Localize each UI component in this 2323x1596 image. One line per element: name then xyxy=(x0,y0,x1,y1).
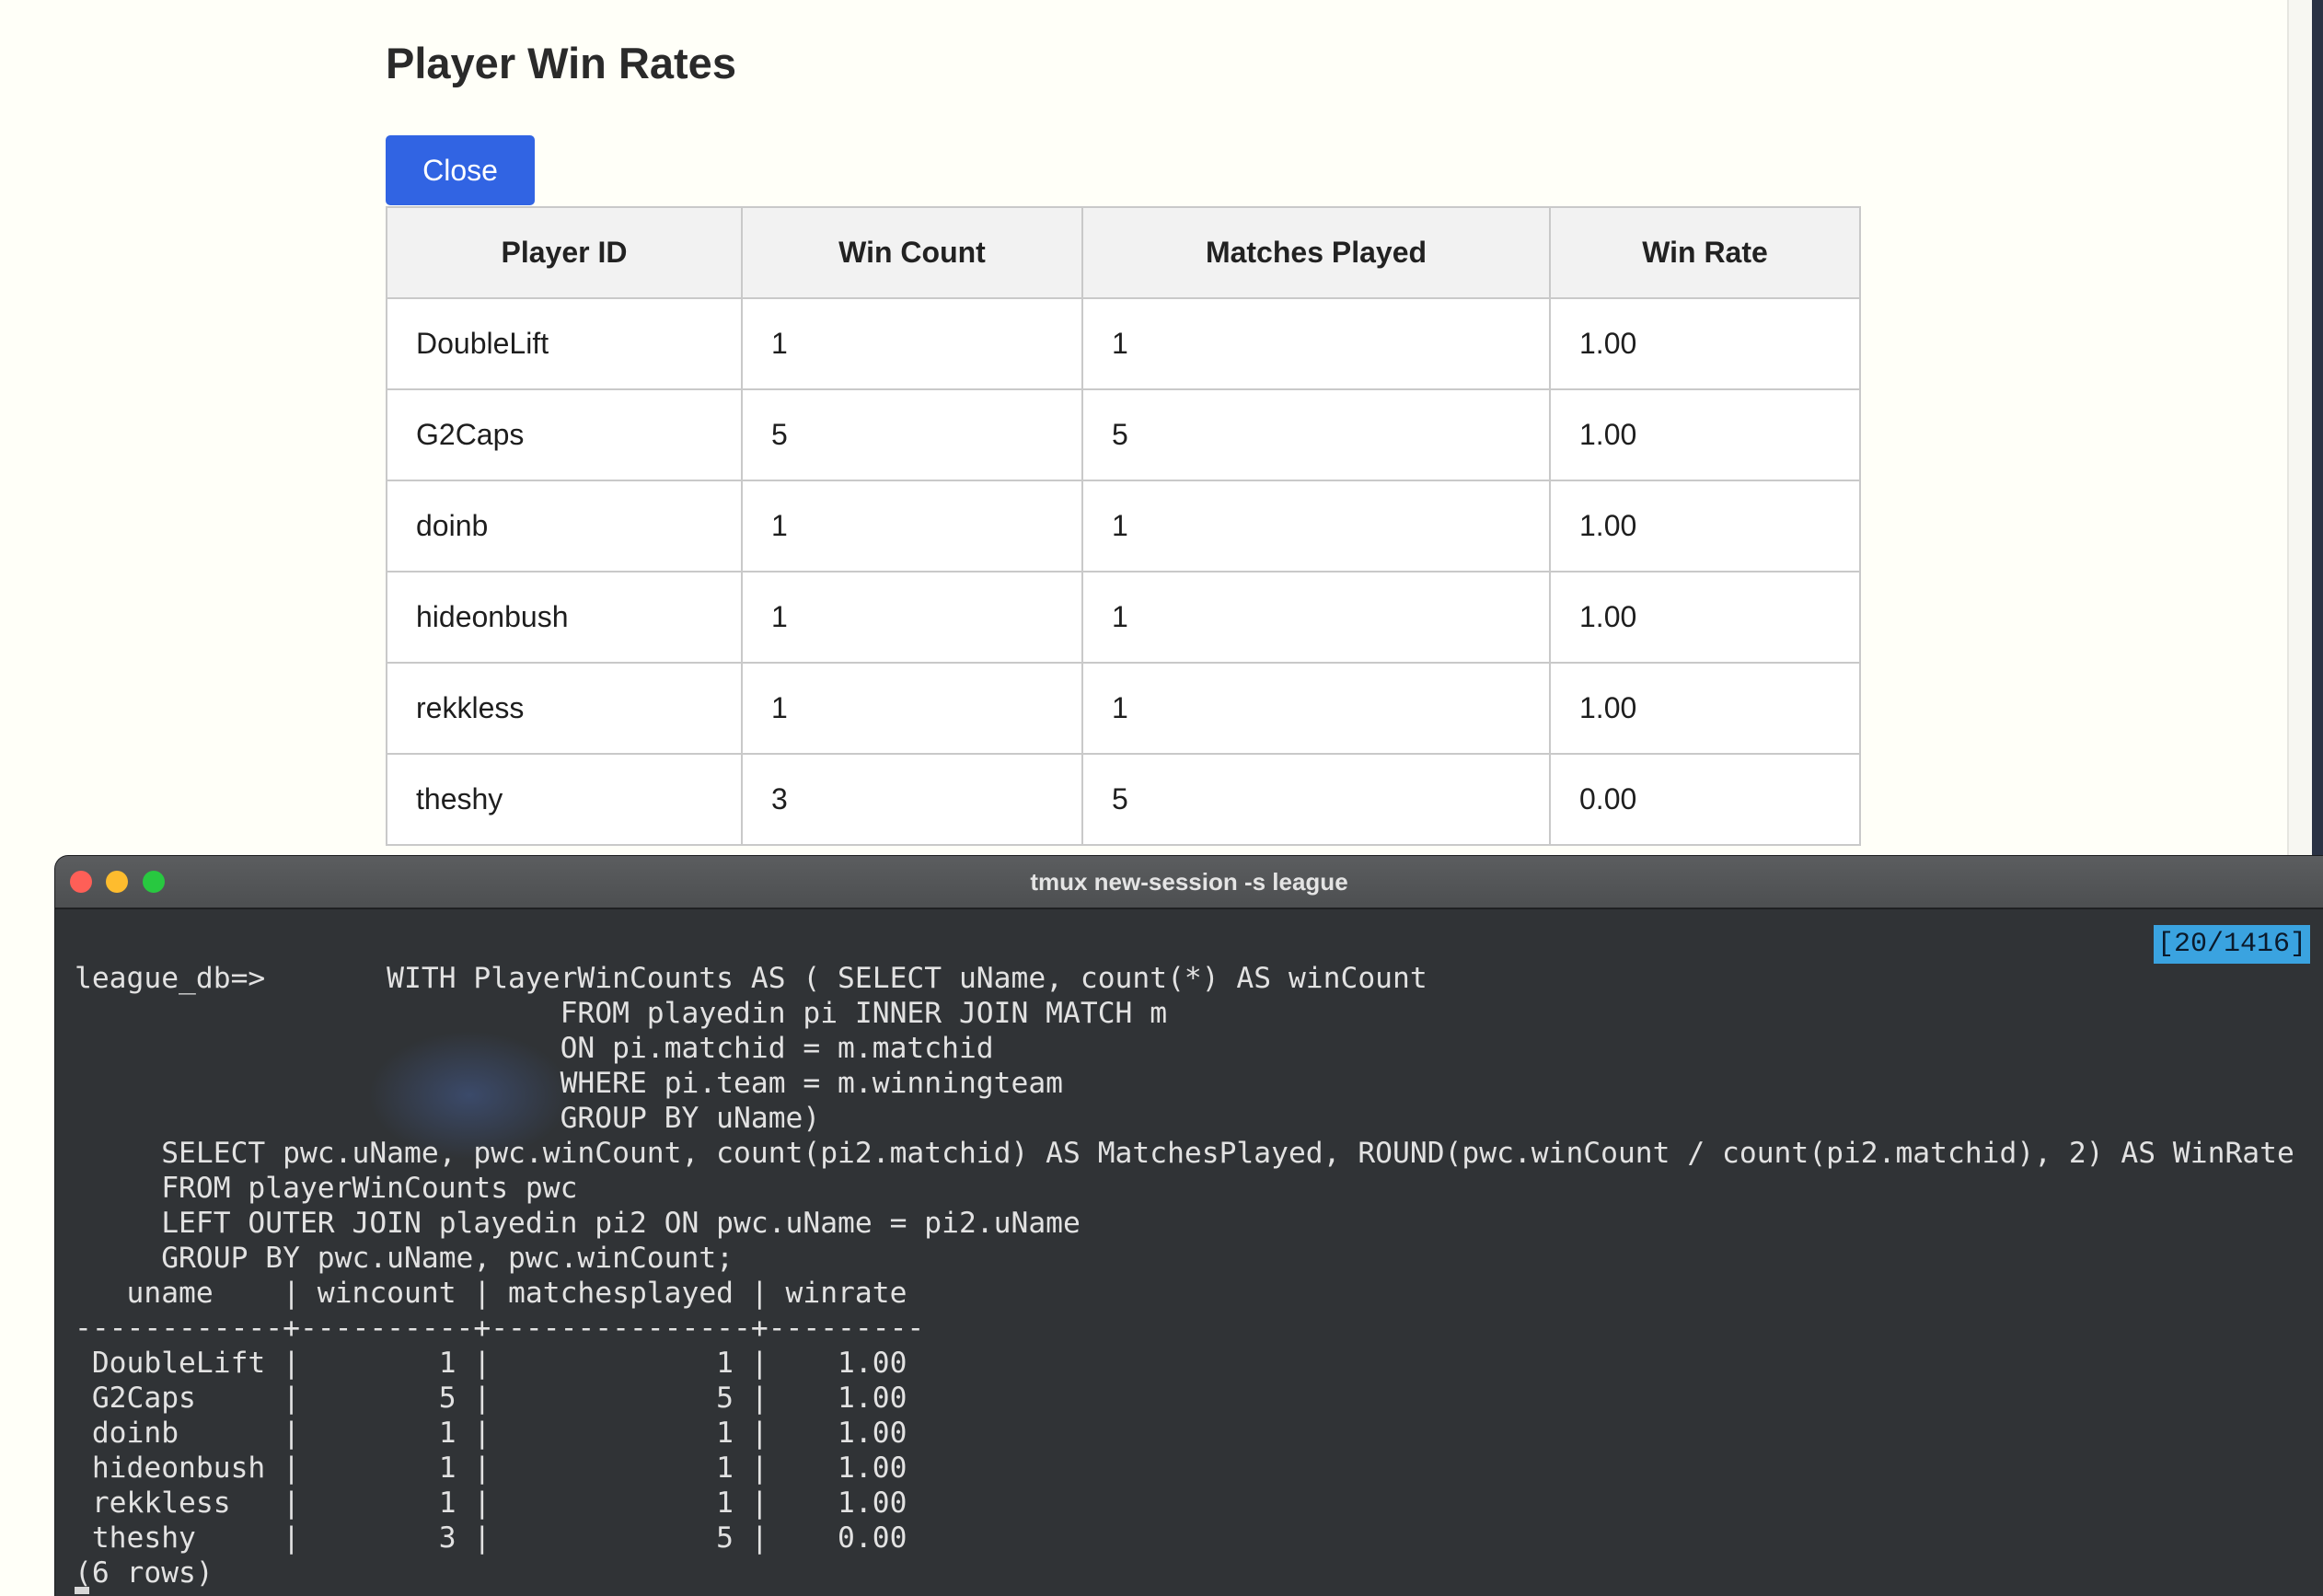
table-row: G2Caps 5 5 1.00 xyxy=(386,388,1861,481)
cell-player-id: rekkless xyxy=(386,662,743,755)
cell-win-rate: 1.00 xyxy=(1549,662,1861,755)
terminal-line: ON pi.matchid = m.matchid xyxy=(75,1032,994,1065)
table-row: rekkless 1 1 1.00 xyxy=(386,662,1861,755)
cell-win-rate: 0.00 xyxy=(1549,753,1861,846)
table-row: doinb 1 1 1.00 xyxy=(386,480,1861,572)
cell-matches-played: 1 xyxy=(1081,297,1551,390)
terminal-titlebar[interactable]: tmux new-session -s league xyxy=(55,856,2323,909)
table-row: DoubleLift 1 1 1.00 xyxy=(386,297,1861,390)
cell-matches-played: 5 xyxy=(1081,753,1551,846)
table-header-row: Player ID Win Count Matches Played Win R… xyxy=(386,206,1861,299)
cell-player-id: theshy xyxy=(386,753,743,846)
terminal-line: G2Caps | 5 | 5 | 1.00 xyxy=(75,1382,907,1415)
cell-win-rate: 1.00 xyxy=(1549,388,1861,481)
cell-matches-played: 5 xyxy=(1081,388,1551,481)
terminal-line: GROUP BY uName) xyxy=(75,1102,821,1135)
cell-win-count: 3 xyxy=(741,753,1083,846)
cell-matches-played: 1 xyxy=(1081,480,1551,572)
header-matches-played: Matches Played xyxy=(1081,206,1551,299)
cell-win-count: 1 xyxy=(741,662,1083,755)
terminal-line: rekkless | 1 | 1 | 1.00 xyxy=(75,1486,907,1520)
cell-win-rate: 1.00 xyxy=(1549,480,1861,572)
terminal-cursor xyxy=(75,1587,89,1594)
cell-win-count: 1 xyxy=(741,571,1083,664)
cell-win-rate: 1.00 xyxy=(1549,297,1861,390)
terminal-line: FROM playerWinCounts pwc xyxy=(75,1172,578,1205)
cell-matches-played: 1 xyxy=(1081,662,1551,755)
cell-player-id: G2Caps xyxy=(386,388,743,481)
terminal-line: LEFT OUTER JOIN playedin pi2 ON pwc.uNam… xyxy=(75,1207,1081,1240)
close-button[interactable]: Close xyxy=(386,135,535,205)
player-win-rates-table: Player ID Win Count Matches Played Win R… xyxy=(386,206,1861,846)
cell-player-id: DoubleLift xyxy=(386,297,743,390)
terminal-line: doinb | 1 | 1 | 1.00 xyxy=(75,1417,907,1450)
terminal-line: ------------+----------+---------------+… xyxy=(75,1312,925,1345)
header-player-id: Player ID xyxy=(386,206,743,299)
cell-win-rate: 1.00 xyxy=(1549,571,1861,664)
cell-player-id: doinb xyxy=(386,480,743,572)
terminal-line: league_db=> WITH PlayerWinCounts AS ( SE… xyxy=(75,962,1427,995)
terminal-line: FROM playedin pi INNER JOIN MATCH m xyxy=(75,997,1168,1030)
cell-player-id: hideonbush xyxy=(386,571,743,664)
terminal-line: theshy | 3 | 5 | 0.00 xyxy=(75,1521,907,1555)
page-title: Player Win Rates xyxy=(386,39,736,87)
terminal-line: hideonbush | 1 | 1 | 1.00 xyxy=(75,1451,907,1485)
cell-win-count: 1 xyxy=(741,297,1083,390)
terminal-line: uname | wincount | matchesplayed | winra… xyxy=(75,1277,907,1310)
terminal-line: WHERE pi.team = m.winningteam xyxy=(75,1067,1064,1100)
terminal-line: (6 rows) xyxy=(75,1556,214,1590)
cell-win-count: 1 xyxy=(741,480,1083,572)
header-win-count: Win Count xyxy=(741,206,1083,299)
table-row: hideonbush 1 1 1.00 xyxy=(386,571,1861,664)
terminal-window-title: tmux new-session -s league xyxy=(1030,868,1348,896)
cell-win-count: 5 xyxy=(741,388,1083,481)
cell-matches-played: 1 xyxy=(1081,571,1551,664)
tmux-scroll-position: [20/1416] xyxy=(2153,925,2310,964)
terminal-line: SELECT pwc.uName, pwc.winCount, count(pi… xyxy=(75,1137,2294,1170)
terminal-line: DoubleLift | 1 | 1 | 1.00 xyxy=(75,1347,907,1380)
table-row: theshy 3 5 0.00 xyxy=(386,753,1861,846)
terminal-line: GROUP BY pwc.uName, pwc.winCount; xyxy=(75,1242,734,1275)
header-win-rate: Win Rate xyxy=(1549,206,1861,299)
